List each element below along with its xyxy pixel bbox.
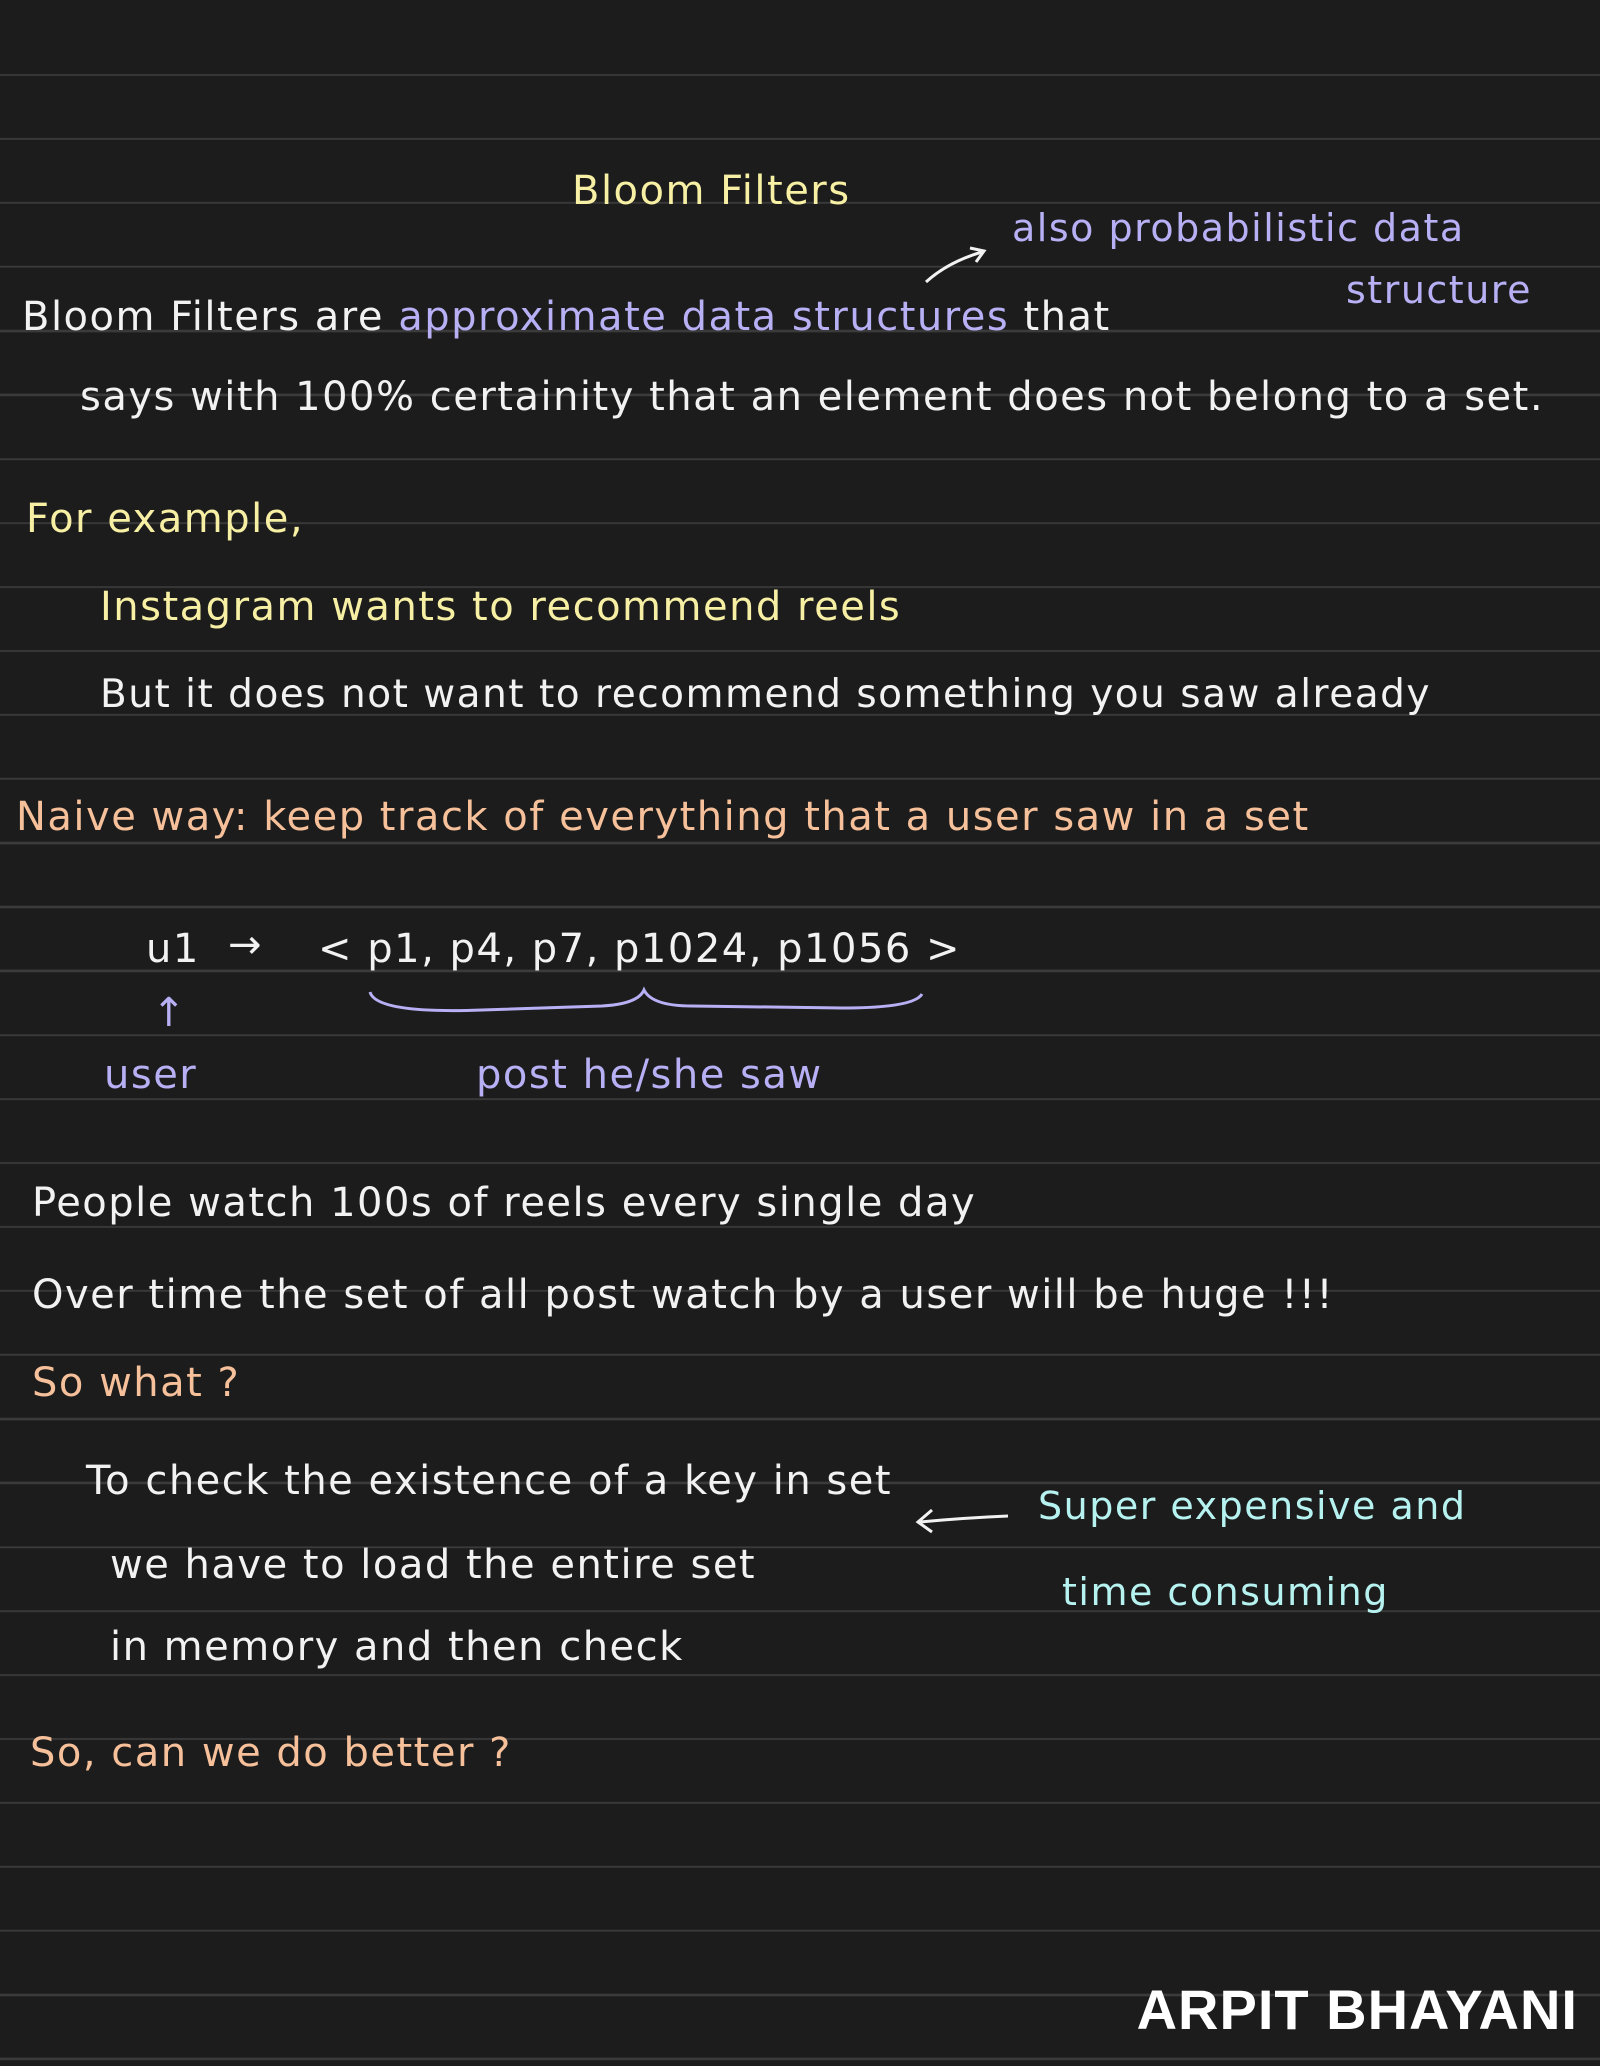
definition-line2: says with 100% certainity that an elemen… (80, 374, 1545, 420)
user-label: user (104, 1052, 198, 1098)
definition-end: that (1023, 294, 1111, 340)
note-line1: Super expensive and (1038, 1484, 1467, 1528)
side-note-line1: also probabilistic data (1012, 206, 1465, 250)
posts-set: < p1, p4, p7, p1024, p1056 > (318, 926, 962, 972)
page-title: Bloom Filters (572, 168, 851, 214)
check-line1: To check the existence of a key in set (86, 1458, 893, 1504)
definition-line1: Bloom Filters are approximate data struc… (22, 294, 1111, 340)
posts-label: post he/she saw (476, 1052, 823, 1098)
up-arrow: ↑ (152, 990, 188, 1036)
naive-label: Naive way: (16, 794, 250, 840)
right-arrow: → (228, 922, 264, 968)
note-arrow (915, 1508, 1009, 1534)
definition-start: Bloom Filters are (22, 294, 384, 340)
closing-question: So, can we do better ? (30, 1730, 512, 1776)
example-line2: But it does not want to recommend someth… (100, 672, 1431, 717)
naive-line: Naive way: keep track of everything that… (16, 794, 1310, 840)
problem-line1: People watch 100s of reels every single … (32, 1180, 977, 1226)
naive-text: keep track of everything that a user saw… (263, 794, 1310, 840)
brand-signature: ARPIT BHAYANI (1136, 1978, 1578, 2041)
example-heading: For example, (26, 496, 305, 542)
side-note-line2: structure (1346, 268, 1532, 312)
posts-brace (368, 986, 924, 1013)
note-line2: time consuming (1062, 1570, 1389, 1614)
user-key: u1 (146, 926, 200, 972)
example-line1: Instagram wants to recommend reels (100, 584, 902, 630)
check-line2: we have to load the entire set (110, 1542, 757, 1588)
problem-question: So what ? (32, 1360, 241, 1406)
definition-highlight: approximate data structures (398, 294, 1010, 340)
side-note-arrow (924, 246, 987, 284)
problem-line2: Over time the set of all post watch by a… (32, 1272, 1334, 1318)
check-line3: in memory and then check (110, 1624, 684, 1670)
